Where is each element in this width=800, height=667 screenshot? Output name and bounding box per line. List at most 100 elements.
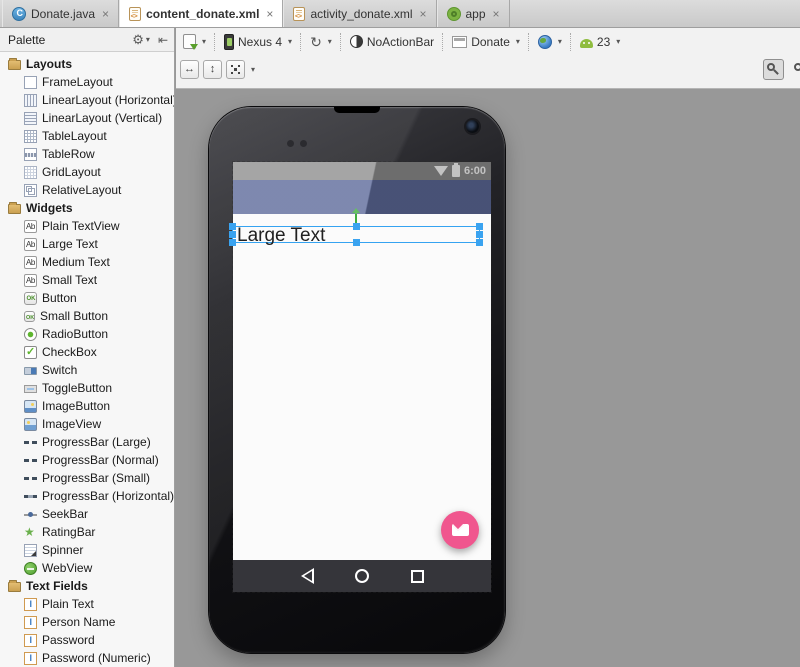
design-canvas[interactable]: 6:00 Large Text <box>176 89 800 667</box>
nav-button-back-icon[interactable] <box>301 568 314 584</box>
device-screen[interactable]: 6:00 Large Text <box>233 162 491 592</box>
palette-item-label: ProgressBar (Horizontal) <box>42 489 174 503</box>
nav-button-recents-icon[interactable] <box>411 570 424 583</box>
api-version-selector[interactable]: 23 ▾ <box>580 35 620 49</box>
tab-file-icon <box>447 7 461 21</box>
palette-item-icon <box>24 526 37 539</box>
battery-icon <box>452 165 460 177</box>
render-config-selector[interactable]: ▾ <box>183 34 206 49</box>
palette-item-label: Plain TextView <box>42 219 120 233</box>
palette-row-seekbar[interactable]: SeekBar <box>0 505 174 523</box>
floating-action-button[interactable] <box>441 511 479 549</box>
palette-row-linearlayout-vertical[interactable]: LinearLayout (Vertical) <box>0 109 174 127</box>
locale-globe-icon <box>538 35 552 49</box>
zoom-button-fit-height-icon[interactable] <box>203 60 222 79</box>
activity-label: Donate <box>471 35 510 49</box>
palette-row-person-name[interactable]: Person Name <box>0 613 174 631</box>
email-icon <box>452 524 469 536</box>
selection-handle[interactable] <box>476 231 483 238</box>
palette-row-imageview[interactable]: ImageView <box>0 415 174 433</box>
palette-row-plain-text[interactable]: Plain Text <box>0 595 174 613</box>
orientation-selector[interactable]: ↻ ▾ <box>310 35 332 49</box>
palette-row-spinner[interactable]: Spinner <box>0 541 174 559</box>
palette-header: Palette ⚙ ▾ ⇤ <box>0 28 174 52</box>
palette-row-checkbox[interactable]: CheckBox <box>0 343 174 361</box>
device-selector[interactable]: Nexus 4 ▾ <box>224 34 292 50</box>
fit-button-group <box>180 60 249 79</box>
palette-item-label: LinearLayout (Horizontal) <box>42 93 174 107</box>
editor-tab-content-donate-xml[interactable]: content_donate.xml × <box>119 0 283 27</box>
selection-handle[interactable] <box>229 239 236 246</box>
palette-row-small-button[interactable]: Small Button <box>0 307 174 325</box>
nav-button-home-icon[interactable] <box>355 569 369 583</box>
palette-item-icon <box>24 454 37 467</box>
palette-row-imagebutton[interactable]: ImageButton <box>0 397 174 415</box>
palette-row-text-fields[interactable]: Text Fields <box>0 577 174 595</box>
selection-handle[interactable] <box>353 223 360 230</box>
zoom-out-magnifier-button[interactable] <box>763 59 784 80</box>
android-icon <box>580 39 593 48</box>
zoom-actual-magnifier-button[interactable] <box>790 59 800 80</box>
palette-row-tablerow[interactable]: TableRow <box>0 145 174 163</box>
palette-row-togglebutton[interactable]: ToggleButton <box>0 379 174 397</box>
caret-down-icon[interactable]: ▾ <box>146 35 150 44</box>
editor-tab-donate-java[interactable]: Donate.java × <box>2 0 119 27</box>
palette-row-webview[interactable]: WebView <box>0 559 174 577</box>
zoom-button-fit-width-icon[interactable] <box>180 60 199 79</box>
palette-row-widgets[interactable]: Widgets <box>0 199 174 217</box>
palette-row-relativelayout[interactable]: RelativeLayout <box>0 181 174 199</box>
tab-close-icon[interactable]: × <box>493 7 500 21</box>
palette-item-label: Password (Numeric) <box>42 651 151 665</box>
palette-row-progressbar-normal[interactable]: ProgressBar (Normal) <box>0 451 174 469</box>
palette-row-small-text[interactable]: Small Text <box>0 271 174 289</box>
palette-row-ratingbar[interactable]: RatingBar <box>0 523 174 541</box>
palette-row-progressbar-horizontal[interactable]: ProgressBar (Horizontal) <box>0 487 174 505</box>
palette-row-plain-textview[interactable]: Plain TextView <box>0 217 174 235</box>
palette-row-framelayout[interactable]: FrameLayout <box>0 73 174 91</box>
palette-item-label: SeekBar <box>42 507 88 521</box>
layout-content-area[interactable]: Large Text <box>233 214 491 560</box>
tab-close-icon[interactable]: × <box>419 7 426 21</box>
palette-row-linearlayout-horizontal[interactable]: LinearLayout (Horizontal) <box>0 91 174 109</box>
palette-row-large-text[interactable]: Large Text <box>0 235 174 253</box>
locale-selector[interactable]: ▾ <box>538 35 562 49</box>
palette-row-progressbar-large[interactable]: ProgressBar (Large) <box>0 433 174 451</box>
app-bar[interactable] <box>233 180 491 214</box>
palette-row-switch[interactable]: Switch <box>0 361 174 379</box>
selected-widget[interactable]: Large Text <box>232 226 480 243</box>
zoom-button-zoom-to-fit-icon[interactable] <box>226 60 245 79</box>
gear-icon[interactable]: ⚙ <box>132 32 144 48</box>
api-version-label: 23 <box>597 35 610 49</box>
palette-item-icon <box>24 490 37 503</box>
tab-close-icon[interactable]: × <box>102 7 109 21</box>
editor-tab-activity-donate-xml[interactable]: activity_donate.xml × <box>283 0 436 27</box>
palette-row-password[interactable]: Password <box>0 631 174 649</box>
palette-item-label: GridLayout <box>42 165 101 179</box>
palette-row-password-numeric[interactable]: Password (Numeric) <box>0 649 174 667</box>
activity-selector[interactable]: Donate ▾ <box>452 35 520 49</box>
palette-item-label: ProgressBar (Large) <box>42 435 151 449</box>
palette-row-tablelayout[interactable]: TableLayout <box>0 127 174 145</box>
palette-item-icon <box>24 616 37 629</box>
palette-item-icon <box>24 544 37 557</box>
selection-handle[interactable] <box>476 239 483 246</box>
palette-row-layouts[interactable]: Layouts <box>0 55 174 73</box>
selection-handle[interactable] <box>229 223 236 230</box>
palette-item-icon <box>24 436 37 449</box>
palette-row-radiobutton[interactable]: RadioButton <box>0 325 174 343</box>
palette-row-progressbar-small[interactable]: ProgressBar (Small) <box>0 469 174 487</box>
palette-row-gridlayout[interactable]: GridLayout <box>0 163 174 181</box>
theme-selector[interactable]: NoActionBar <box>350 35 434 49</box>
palette-item-label: Small Text <box>42 273 97 287</box>
caret-down-icon[interactable]: ▾ <box>251 65 255 74</box>
hide-panel-icon[interactable]: ⇤ <box>158 33 168 47</box>
palette-item-icon <box>24 130 37 143</box>
palette-item-label: CheckBox <box>42 345 97 359</box>
palette-row-button[interactable]: Button <box>0 289 174 307</box>
palette-row-medium-text[interactable]: Medium Text <box>0 253 174 271</box>
tab-close-icon[interactable]: × <box>266 7 273 21</box>
selection-handle[interactable] <box>229 231 236 238</box>
selection-handle[interactable] <box>476 223 483 230</box>
editor-tab-app[interactable]: app × <box>437 0 510 27</box>
selection-handle[interactable] <box>353 239 360 246</box>
